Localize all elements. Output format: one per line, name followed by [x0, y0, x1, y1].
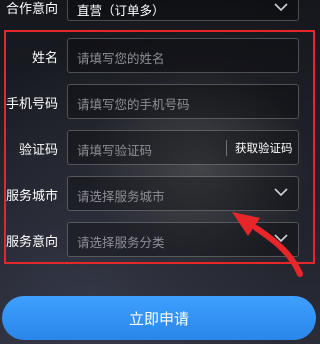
name-label: 姓名: [31, 51, 58, 66]
phone-input[interactable]: 请填写您的手机号码: [67, 84, 299, 119]
name-placeholder: 请填写您的姓名: [77, 51, 165, 66]
service-placeholder: 请选择服务分类: [77, 235, 165, 250]
name-input[interactable]: 请填写您的姓名: [67, 38, 299, 73]
code-label: 验证码: [18, 143, 58, 158]
city-select[interactable]: 请选择服务城市: [67, 176, 299, 211]
code-divider: [226, 140, 227, 156]
city-label: 服务城市: [5, 189, 58, 204]
code-placeholder: 请填写验证码: [77, 143, 153, 158]
cooperation-value: 直营（订单多）: [77, 3, 165, 18]
service-select[interactable]: 请选择服务分类: [67, 222, 299, 257]
service-label: 服务意向: [5, 235, 58, 250]
get-code-button[interactable]: 获取验证码: [235, 140, 293, 156]
chevron-down-icon: [274, 188, 288, 197]
phone-placeholder: 请填写您的手机号码: [77, 97, 190, 112]
chevron-down-icon: [274, 3, 288, 12]
chevron-down-icon: [274, 234, 288, 243]
apply-now-button[interactable]: 立即申请: [2, 296, 316, 340]
cooperation-label: 合作意向: [5, 2, 58, 17]
code-input[interactable]: 请填写验证码 获取验证码: [67, 130, 299, 165]
cooperation-select[interactable]: 直营（订单多）: [67, 0, 299, 21]
city-placeholder: 请选择服务城市: [77, 189, 165, 204]
phone-label: 手机号码: [5, 97, 58, 112]
